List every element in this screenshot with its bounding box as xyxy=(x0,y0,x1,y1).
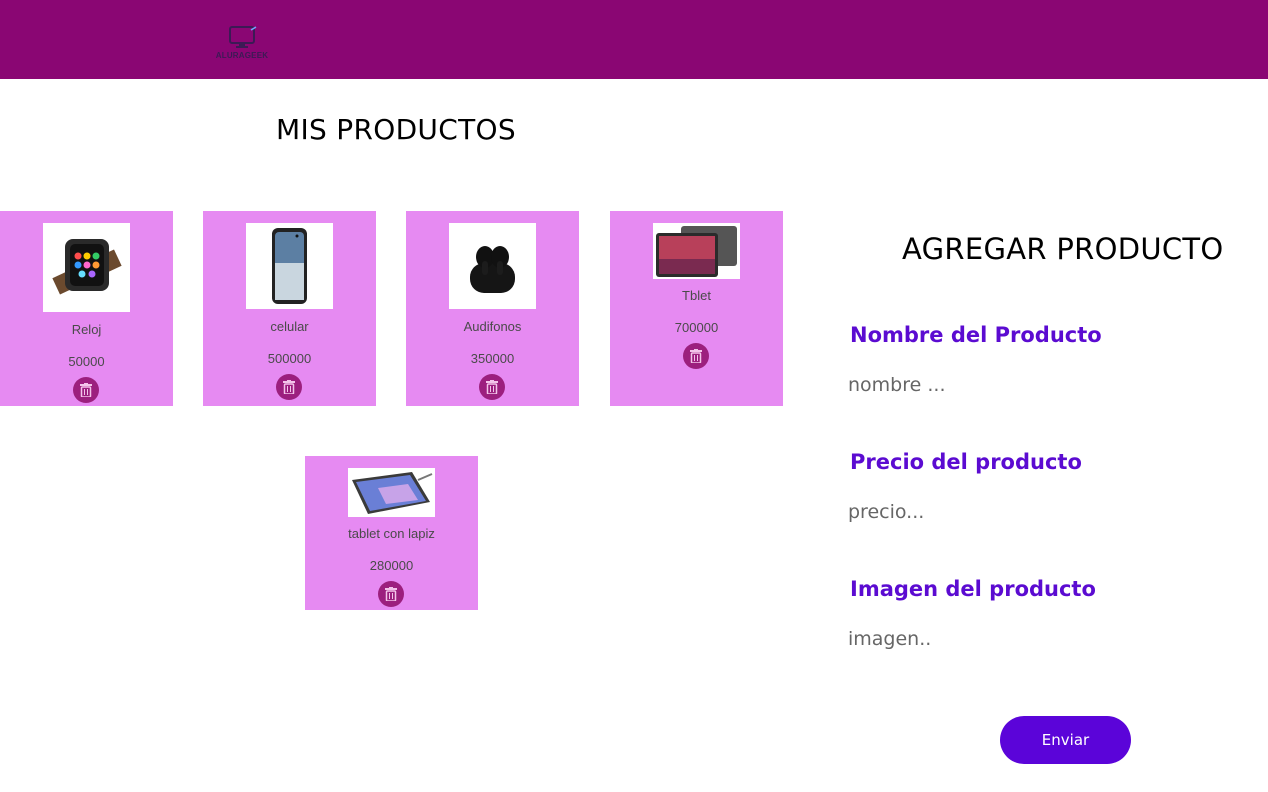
trash-icon xyxy=(283,380,295,394)
product-image xyxy=(449,223,536,309)
trash-icon xyxy=(690,349,702,363)
logo-text: ALURAGEEK xyxy=(215,51,269,60)
product-card: Audifonos 350000 xyxy=(406,211,579,406)
product-image xyxy=(246,223,333,309)
top-header: ALURAGEEK xyxy=(0,0,1268,79)
product-price: 280000 xyxy=(369,558,414,573)
delete-button[interactable] xyxy=(479,374,505,400)
delete-button[interactable] xyxy=(683,343,709,369)
product-image xyxy=(43,223,130,312)
trash-icon xyxy=(486,380,498,394)
delete-button[interactable] xyxy=(73,377,99,403)
image-input[interactable] xyxy=(846,622,1210,656)
product-name: Tblet xyxy=(682,288,711,303)
product-price: 350000 xyxy=(470,351,515,366)
name-label: Nombre del Producto xyxy=(850,323,1102,347)
add-product-title: AGREGAR PRODUCTO xyxy=(902,232,1224,266)
product-price: 700000 xyxy=(674,320,719,335)
submit-button[interactable]: Enviar xyxy=(1000,716,1131,764)
trash-icon xyxy=(80,383,92,397)
product-card: Reloj 50000 xyxy=(0,211,173,406)
logo[interactable]: ALURAGEEK xyxy=(212,26,274,62)
product-name: Reloj xyxy=(71,322,102,337)
product-card: Tblet 700000 xyxy=(610,211,783,406)
product-image xyxy=(653,223,740,279)
image-label: Imagen del producto xyxy=(850,577,1096,601)
monitor-icon xyxy=(229,26,257,48)
products-title: MIS PRODUCTOS xyxy=(276,113,516,146)
name-input[interactable] xyxy=(846,368,1210,402)
product-price: 500000 xyxy=(267,351,312,366)
delete-button[interactable] xyxy=(276,374,302,400)
product-image xyxy=(348,468,435,517)
product-card: celular 500000 xyxy=(203,211,376,406)
delete-button[interactable] xyxy=(378,581,404,607)
product-name: celular xyxy=(270,319,309,334)
product-name: Audifonos xyxy=(463,319,522,334)
price-label: Precio del producto xyxy=(850,450,1082,474)
product-card: tablet con lapiz 280000 xyxy=(305,456,478,610)
trash-icon xyxy=(385,587,397,601)
product-name: tablet con lapiz xyxy=(348,526,435,541)
product-price: 50000 xyxy=(68,354,105,369)
price-input[interactable] xyxy=(846,495,1210,529)
